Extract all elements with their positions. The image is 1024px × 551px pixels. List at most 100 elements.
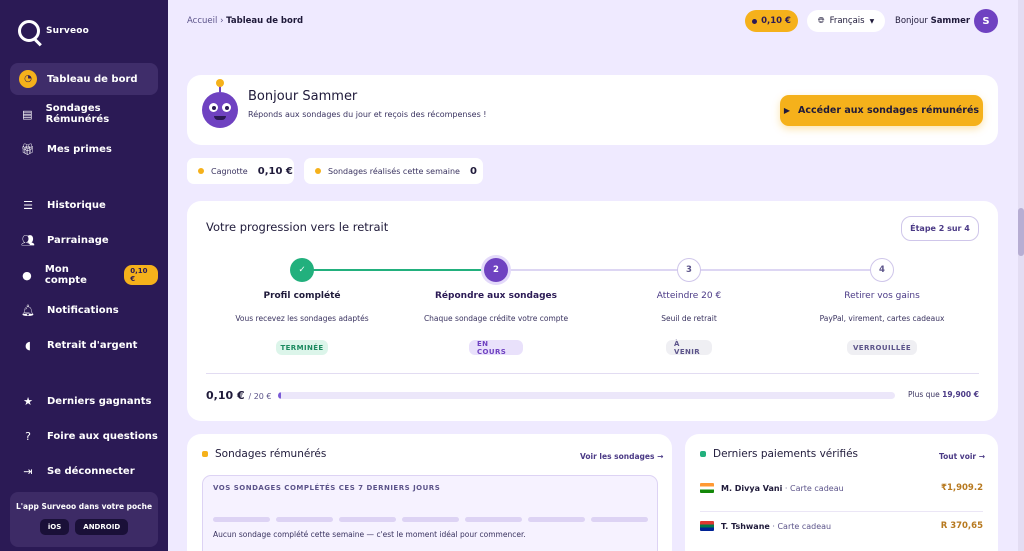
- scrollbar-thumb[interactable]: [1018, 208, 1024, 256]
- payment-method: · Carte cadeau: [772, 521, 832, 531]
- greeting-name: Sammer: [930, 16, 971, 26]
- balance-pill[interactable]: 0,10 €: [745, 10, 798, 32]
- step-2-badge: EN COURS: [469, 340, 523, 356]
- sidebar-item-history[interactable]: ☰ Historique: [10, 189, 158, 221]
- step-4-desc: PayPal, virement, cartes cadeaux: [819, 314, 945, 323]
- sidebar-item-label: Notifications: [47, 304, 119, 316]
- sidebar-item-label: Tableau de bord: [47, 73, 138, 85]
- day-bar: [591, 517, 648, 522]
- avatar[interactable]: S: [974, 9, 998, 33]
- users-icon: 👥︎: [21, 233, 35, 247]
- logout-icon: ⇥: [23, 464, 33, 478]
- progress-title: Votre progression vers le retrait: [206, 220, 389, 234]
- page-scrollbar[interactable]: [1018, 0, 1024, 551]
- step-2-circle: 2: [484, 258, 508, 282]
- step-3-title: Atteindre 20 €: [656, 291, 722, 301]
- view-surveys-link[interactable]: Voir les sondages →: [580, 452, 663, 461]
- empty-surveys-message: Aucun sondage complété cette semaine — c…: [213, 530, 526, 539]
- sidebar-item-account[interactable]: ● Mon compte 0,10 €: [10, 259, 159, 291]
- breadcrumb-root[interactable]: Accueil: [187, 16, 217, 26]
- step-1-badge: TERMINÉE: [276, 340, 328, 355]
- sidebar-item-rewards[interactable]: 🎁︎ Mes primes: [10, 133, 158, 165]
- progress-bar-fill: [278, 392, 282, 399]
- payments-title-text: Derniers paiements vérifiés: [713, 448, 859, 460]
- sidebar-item-label: Historique: [47, 199, 106, 211]
- weekly-surveys-heading: VOS SONDAGES COMPLÉTÉS CES 7 DERNIERS JO…: [213, 484, 441, 492]
- sidebar-item-label: Sondages Rémunérés: [45, 103, 110, 125]
- sidebar-item-label: Derniers gagnants: [47, 395, 152, 407]
- step-4-title: Retirer vos gains: [844, 291, 920, 301]
- day-bar: [465, 517, 522, 522]
- cta-label: Accéder aux sondages rémunérés: [798, 105, 980, 116]
- surveys-dot-icon: [315, 168, 321, 174]
- payments-title: Derniers paiements vérifiés: [700, 448, 858, 460]
- payment-row: M. Divya Vani · Carte cadeau ₹1,909.2: [700, 474, 983, 502]
- step-1-check-icon: ✓: [290, 258, 314, 282]
- welcome-title: Bonjour Sammer: [248, 89, 358, 104]
- withdrawal-progress-card: Votre progression vers le retrait Étape …: [187, 201, 998, 421]
- payment-name: T. Tshwane: [721, 521, 770, 531]
- star-icon: ★: [23, 394, 33, 408]
- globe-icon: 🌐︎: [817, 16, 825, 26]
- payment-recipient: M. Divya Vani · Carte cadeau: [721, 484, 844, 493]
- document-icon: ▤: [22, 107, 33, 121]
- ios-app-button[interactable]: iOS: [39, 519, 70, 535]
- welcome-card: Bonjour Sammer Réponds aux sondages du j…: [187, 75, 998, 145]
- remaining-value: 19,900 €: [942, 390, 979, 399]
- withdrawal-progress-bar: [278, 392, 895, 399]
- payment-method: · Carte cadeau: [784, 483, 844, 493]
- account-icon: ●: [22, 268, 32, 282]
- stat-value: 0,10 €: [257, 165, 293, 177]
- sidebar-item-label: Se déconnecter: [47, 465, 135, 477]
- india-flag-icon: [700, 483, 714, 493]
- list-icon: ☰: [23, 198, 33, 212]
- step-4-badge: VERROUILLÉE: [847, 340, 917, 355]
- remaining-amount: Plus que 19,900 €: [908, 390, 979, 399]
- app-promo: L'app Surveoo dans votre poche iOS ANDRO…: [10, 492, 158, 547]
- day-bar: [528, 517, 585, 522]
- remaining-prefix: Plus que: [908, 390, 940, 399]
- breadcrumb-separator: ›: [220, 16, 224, 26]
- sidebar-item-latest-winners[interactable]: ★ Derniers gagnants: [10, 385, 158, 417]
- weekly-bars: [213, 517, 648, 522]
- payments-square-icon: [700, 451, 706, 457]
- sidebar-item-label: Parrainage: [47, 234, 109, 246]
- step-3-desc: Seuil de retrait: [661, 314, 717, 323]
- sidebar-item-notifications[interactable]: 🔔︎ Notifications: [10, 294, 158, 326]
- payment-row: T. Tshwane · Carte cadeau R 370,65: [700, 512, 983, 540]
- sidebar-item-faq[interactable]: ? Foire aux questions: [10, 420, 158, 452]
- language-value: Français: [829, 16, 865, 26]
- topbar: Accueil › Tableau de bord 0,10 € 🌐︎ Fran…: [168, 0, 1018, 44]
- sidebar-item-label: Foire aux questions: [47, 430, 158, 442]
- language-select[interactable]: 🌐︎ Français ▼: [807, 10, 885, 32]
- sidebar-item-logout[interactable]: ⇥ Se déconnecter: [10, 455, 158, 487]
- breadcrumb: Accueil › Tableau de bord: [187, 16, 303, 26]
- bell-icon: 🔔︎: [21, 303, 35, 317]
- stat-value: 0: [469, 165, 477, 177]
- sidebar-item-paid-surveys[interactable]: ▤ Sondages Rémunérés: [10, 98, 158, 130]
- brand-logo[interactable]: Surveoo: [18, 20, 89, 42]
- divider: [206, 373, 979, 374]
- weekly-surveys-panel: VOS SONDAGES COMPLÉTÉS CES 7 DERNIERS JO…: [202, 475, 658, 551]
- greeting-prefix: Bonjour: [895, 16, 928, 26]
- sidebar-item-referral[interactable]: 👥︎ Parrainage: [10, 224, 158, 256]
- step-3-badge: À VENIR: [666, 340, 712, 356]
- step-2-title: Répondre aux sondages: [435, 291, 557, 301]
- surveys-title-text: Sondages rémunérés: [215, 448, 327, 460]
- balance-value: 0,10 €: [761, 16, 791, 26]
- help-icon: ?: [25, 429, 31, 443]
- sidebar-item-withdrawal[interactable]: ◖ Retrait d'argent: [10, 329, 158, 361]
- stat-wallet: Cagnotte 0,10 €: [187, 158, 294, 184]
- current-amount: 0,10 €: [206, 389, 245, 402]
- brand-name: Surveoo: [46, 26, 90, 36]
- access-surveys-button[interactable]: ▶ Accéder aux sondages rémunérés: [780, 95, 983, 126]
- android-app-button[interactable]: ANDROID: [75, 519, 129, 535]
- robot-mascot-icon: [202, 79, 238, 128]
- day-bar: [276, 517, 333, 522]
- sidebar-item-dashboard[interactable]: ◔ Tableau de bord: [10, 63, 158, 95]
- dashboard-icon: ◔: [19, 70, 37, 88]
- account-balance-badge: 0,10 €: [124, 265, 159, 285]
- sidebar-item-label: Mon compte: [44, 264, 87, 286]
- view-all-payments-link[interactable]: Tout voir →: [939, 452, 985, 461]
- app-promo-title: L'app Surveoo dans votre poche: [15, 502, 153, 511]
